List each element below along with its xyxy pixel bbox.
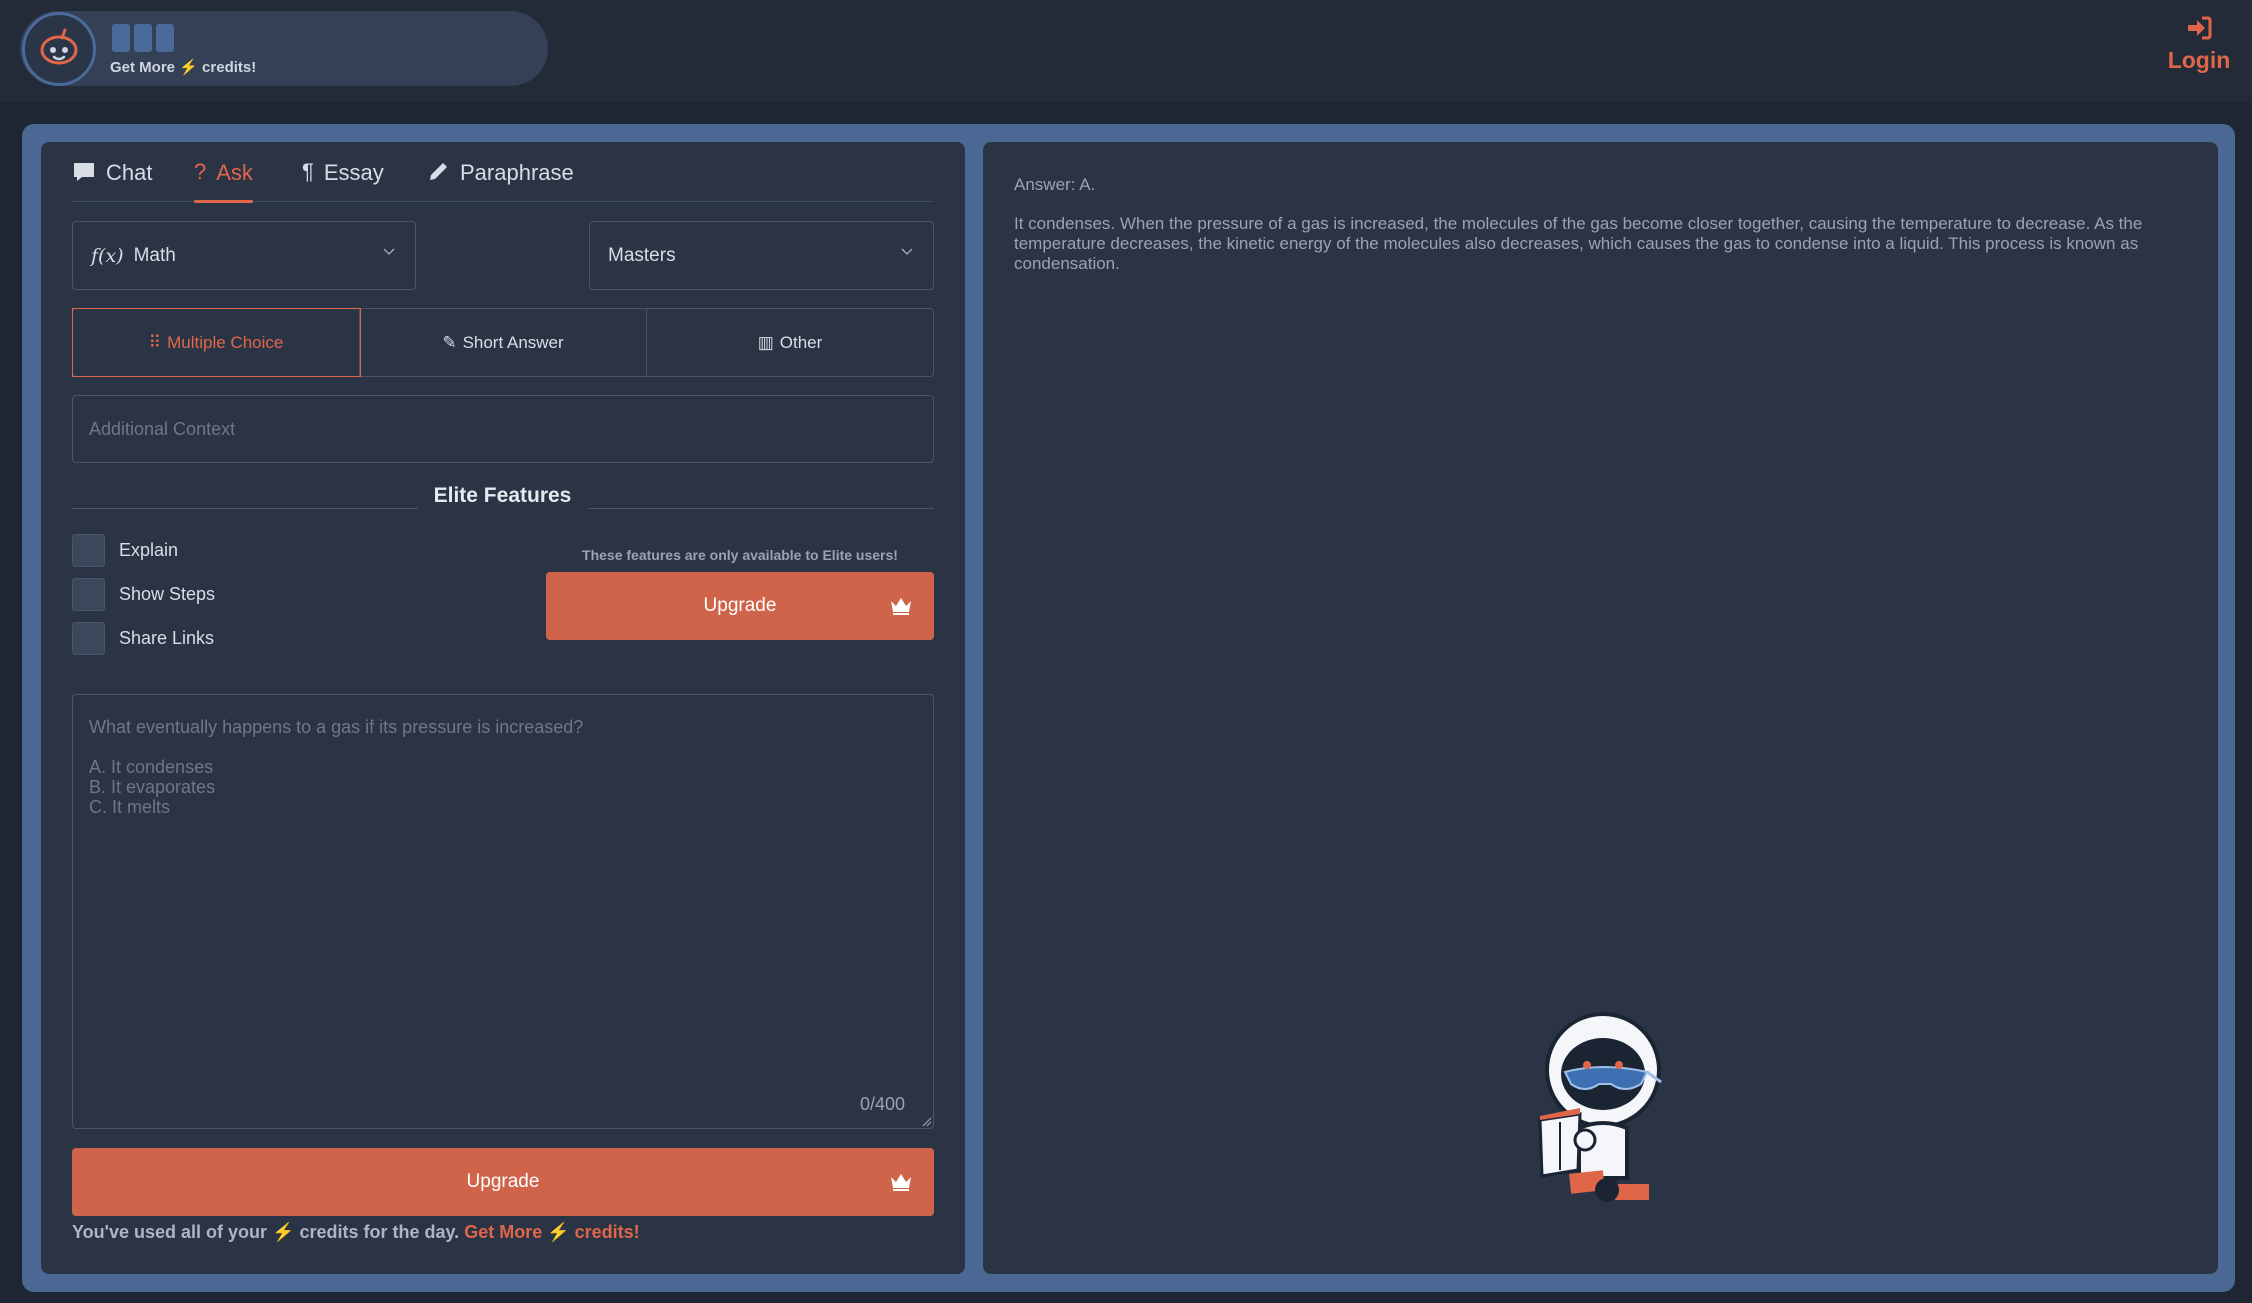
level-select[interactable]: Masters	[589, 221, 934, 290]
character-counter: 0/400	[860, 1094, 906, 1114]
tab-essay[interactable]: ¶ Essay	[302, 160, 384, 202]
login-button[interactable]: Login	[2164, 16, 2234, 74]
elite-note: These features are only available to Eli…	[582, 547, 898, 563]
top-bar: Get More ⚡ credits! Login	[0, 0, 2252, 102]
mode-tabs: Chat ? Ask ¶ Essay Paraphrase	[72, 150, 934, 203]
short-answer-label: Short Answer	[462, 332, 564, 352]
paragraph-icon: ¶	[302, 159, 314, 184]
lightning-icon: ⚡	[272, 1222, 295, 1242]
divider	[588, 508, 934, 509]
pen-scribble-icon: ✎	[442, 332, 457, 352]
share-links-label: Share Links	[119, 628, 215, 648]
chat-bubble-icon	[74, 163, 94, 181]
explain-option: Explain	[72, 534, 178, 567]
get-more-prefix: Get More	[110, 59, 176, 76]
question-textarea[interactable]	[72, 694, 934, 1129]
crown-icon	[891, 598, 911, 615]
footer-middle: credits for the day.	[299, 1222, 460, 1242]
subject-value: Math	[133, 244, 176, 266]
crown-icon	[891, 1174, 911, 1191]
elite-upgrade-button[interactable]: Upgrade	[546, 572, 934, 640]
credits-pill[interactable]: Get More ⚡ credits!	[20, 11, 548, 86]
pencil-icon	[430, 163, 447, 180]
elite-features-title: Elite Features	[433, 484, 572, 507]
chevron-down-icon	[383, 248, 395, 256]
subject-select[interactable]: f(x) Math	[72, 221, 416, 290]
robot-reading-mascot-icon	[1538, 1012, 1662, 1202]
robot-logo-icon[interactable]	[22, 12, 96, 86]
explain-label: Explain	[119, 540, 179, 560]
footer-prefix: You've used all of your	[72, 1222, 267, 1242]
get-more-credits-link[interactable]: Get More ⚡ credits!	[110, 58, 256, 76]
show-steps-option: Show Steps	[72, 578, 215, 611]
credit-indicator	[112, 24, 174, 52]
share-links-option: Share Links	[72, 622, 214, 655]
credit-block	[156, 24, 174, 52]
resize-handle-icon[interactable]	[920, 1115, 932, 1127]
tab-ask[interactable]: ? Ask	[194, 159, 253, 203]
books-icon: ▥	[757, 332, 774, 352]
lightning-icon: ⚡	[547, 1222, 570, 1242]
tab-paraphrase[interactable]: Paraphrase	[428, 160, 574, 202]
other-label: Other	[779, 332, 823, 352]
submit-upgrade-button[interactable]: Upgrade	[72, 1148, 934, 1216]
credit-block	[134, 24, 152, 52]
get-more-suffix: credits!	[202, 59, 257, 76]
lightning-icon: ⚡	[179, 59, 198, 76]
credits-used-note: You've used all of your ⚡ credits for th…	[72, 1222, 640, 1243]
chevron-down-icon	[901, 248, 913, 256]
question-icon: ?	[194, 159, 207, 184]
tab-chat-label: Chat	[106, 160, 153, 185]
tab-essay-label: Essay	[323, 160, 384, 185]
show-steps-checkbox[interactable]	[72, 578, 105, 611]
login-label: Login	[2167, 47, 2231, 73]
short-answer-button[interactable]: ✎ Short Answer	[360, 309, 647, 376]
answer-text: It condenses. When the pressure of a gas…	[1014, 214, 2143, 273]
grid-dots-icon: ⠿	[148, 332, 162, 352]
credit-block	[112, 24, 130, 52]
tab-ask-label: Ask	[216, 160, 253, 185]
question-type-selector: ⠿ Multiple Choice ✎ Short Answer ▥ Other	[72, 308, 934, 377]
additional-context-input[interactable]	[72, 395, 934, 463]
get-more-credits-link[interactable]: Get More ⚡ credits!	[464, 1222, 640, 1242]
multiple-choice-label: Multiple Choice	[167, 332, 284, 352]
answer-heading: Answer: A.	[1014, 175, 1096, 194]
divider	[72, 508, 418, 509]
multiple-choice-button[interactable]: ⠿ Multiple Choice	[72, 308, 361, 377]
footer-link-prefix: Get More	[464, 1222, 543, 1242]
level-value: Masters	[608, 244, 676, 266]
show-steps-label: Show Steps	[119, 584, 216, 604]
elite-upgrade-label: Upgrade	[703, 595, 777, 616]
tab-paraphrase-label: Paraphrase	[460, 160, 574, 185]
submit-upgrade-label: Upgrade	[466, 1171, 540, 1192]
footer-link-suffix: credits!	[574, 1222, 640, 1242]
sign-in-icon	[2188, 16, 2212, 40]
other-button[interactable]: ▥ Other	[647, 309, 933, 376]
tab-chat[interactable]: Chat	[72, 160, 152, 202]
function-icon: f(x)	[91, 244, 124, 267]
explain-checkbox[interactable]	[72, 534, 105, 567]
share-links-checkbox[interactable]	[72, 622, 105, 655]
